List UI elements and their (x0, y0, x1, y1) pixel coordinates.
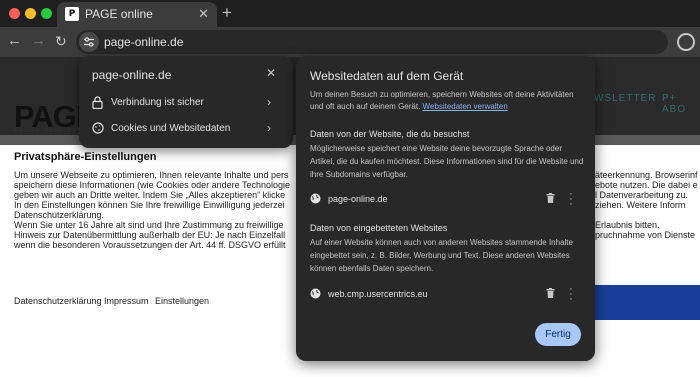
chevron-right-icon: › (267, 95, 271, 109)
site-name: page-online.de (328, 194, 388, 204)
footer-link-settings[interactable]: Einstellungen (155, 296, 209, 306)
body-fragment: pruchnahme von Dienste (595, 230, 696, 240)
tab-close-icon[interactable]: ✕ (198, 6, 209, 22)
tab-bar: P PAGE online ✕ + (0, 0, 700, 27)
cookies-label: Cookies und Websitedaten (111, 123, 231, 134)
site-data-row: page-online.de · · · (296, 189, 595, 210)
body-fragment: äteerkennung. Browserinf (595, 170, 698, 180)
favicon-icon: P (65, 7, 79, 21)
body-fragment (595, 210, 698, 220)
tab-title: PAGE online (85, 7, 153, 21)
footer-link-imprint[interactable]: Impressum (104, 296, 149, 306)
manage-site-data-link[interactable]: Websitedaten verwalten (423, 102, 508, 111)
browser-toolbar: ← → ↻ page-online.de (0, 27, 700, 57)
profile-icon[interactable] (677, 33, 695, 51)
nav-link-abo[interactable]: P+ ABO (662, 93, 700, 115)
reload-icon[interactable]: ↻ (55, 33, 67, 50)
site-name: web.cmp.usercentrics.eu (328, 289, 428, 299)
close-icon[interactable]: ✕ (266, 66, 276, 80)
section-visited-site-text: Möglicherweise speichert eine Website de… (310, 144, 584, 179)
globe-icon (310, 193, 321, 204)
trash-icon[interactable] (546, 288, 555, 298)
body-fragment: Erlaubnis bitten. (595, 220, 660, 230)
trash-icon[interactable] (546, 193, 555, 203)
privacy-body-right: äteerkennung. Browserinf ebote nutzen. D… (595, 170, 698, 240)
back-arrow-icon[interactable]: ← (7, 32, 22, 49)
site-info-popup: page-online.de ✕ Verbindung ist sicher ›… (79, 56, 293, 148)
body-fragment: l Datenverarbeitung zu. (595, 190, 689, 200)
body-fragment: ebote nutzen. Die dabei e (595, 180, 698, 190)
cookie-icon (92, 122, 104, 134)
section-embedded-sites-text: Auf einer Website können auch von andere… (310, 238, 573, 273)
more-vert-icon[interactable]: · · · (567, 284, 575, 305)
footer-link-privacy[interactable]: Datenschutzerklärung (14, 296, 102, 306)
section-embedded-sites-title: Daten von eingebetteten Websites (310, 223, 448, 233)
site-data-popup: Websitedaten auf dem Gerät Um deinen Bes… (296, 56, 595, 361)
forward-arrow-icon[interactable]: → (31, 32, 46, 49)
popup-site-title: page-online.de (92, 68, 172, 82)
done-button[interactable]: Fertig (535, 323, 581, 346)
close-window-button[interactable] (9, 8, 20, 19)
more-vert-icon[interactable]: · · · (567, 189, 575, 210)
url-text[interactable]: page-online.de (104, 35, 183, 49)
nav-link-newsletter[interactable]: WSLETTER (594, 93, 656, 104)
browser-tab[interactable]: P PAGE online ✕ (57, 2, 217, 27)
site-data-title: Websitedaten auf dem Gerät (310, 69, 464, 83)
site-settings-icon[interactable] (79, 32, 99, 52)
minimize-window-button[interactable] (25, 8, 36, 19)
cookies-site-data-row[interactable]: Cookies und Websitedaten › (79, 116, 293, 142)
lock-icon (92, 96, 103, 109)
chevron-right-icon: › (267, 121, 271, 135)
section-visited-site-title: Daten von der Website, die du besuchst (310, 129, 470, 139)
new-tab-icon[interactable]: + (222, 3, 232, 23)
privacy-title: Privatsphäre-Einstellungen (14, 151, 157, 163)
body-fragment: ziehen. Weitere Inform (595, 200, 686, 210)
address-bar[interactable]: page-online.de (76, 30, 668, 54)
fullscreen-window-button[interactable] (41, 8, 52, 19)
site-data-description: Um deinen Besuch zu optimieren, speicher… (310, 89, 585, 113)
connection-label: Verbindung ist sicher (111, 97, 204, 108)
connection-secure-row[interactable]: Verbindung ist sicher › (79, 90, 293, 116)
site-data-row: web.cmp.usercentrics.eu · · · (296, 284, 595, 305)
globe-icon (310, 288, 321, 299)
